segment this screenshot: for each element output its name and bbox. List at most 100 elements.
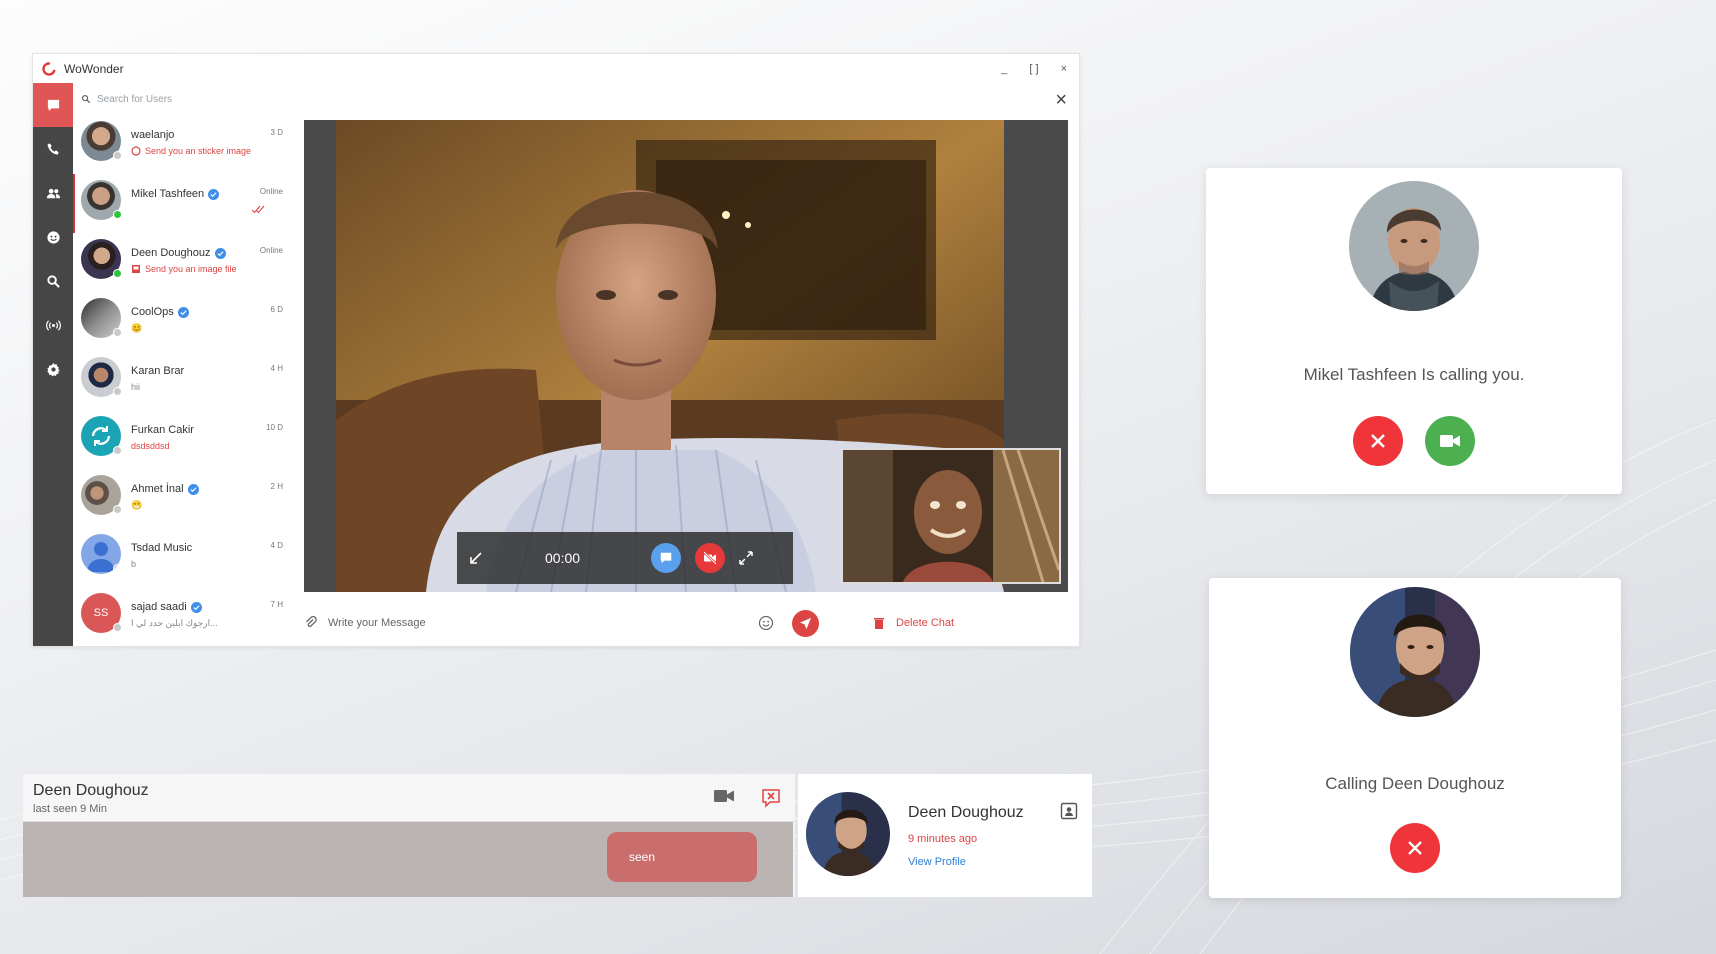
verified-check-icon [190,601,202,613]
video-camera-icon [1440,435,1460,447]
close-icon[interactable]: × [1055,89,1067,112]
nav-stickers[interactable] [33,215,73,259]
caller-portrait [1349,181,1479,311]
delete-chat-button[interactable]: Delete Chat [874,617,954,629]
nav-search[interactable] [33,259,73,303]
contact-furkan-cakir[interactable]: Furkan Cakir dsdsddsd 10 D [73,410,289,469]
status-dot [113,269,122,278]
verified-check-icon [208,188,220,200]
emoji-icon[interactable] [758,615,774,631]
callee-photo [1350,587,1480,717]
video-camera-icon[interactable] [713,788,735,804]
delete-chat-label: Delete Chat [896,617,955,629]
maximize-button[interactable]: [ ] [1029,63,1038,75]
last-seen-text: last seen 9 Min [33,803,107,815]
status-dot [113,151,122,160]
contact-name: Furkan Cakir [131,424,194,436]
status-dot [113,564,121,573]
contact-waelanjo[interactable]: waelanjo Send you an sticker image 3 D [73,115,289,174]
broadcast-icon [45,319,61,331]
nav-messages[interactable] [33,83,73,127]
contact-deen-doughouz[interactable]: Deen Doughouz Send you an image file Onl… [73,233,289,292]
paperclip-icon[interactable] [304,616,318,630]
last-message: hii [131,382,141,392]
nav-settings[interactable] [33,347,73,391]
contact-tsdad-music[interactable]: Tsdad Music b 4 D [73,528,289,587]
smiley-face-icon [46,230,60,244]
contacts-panel: Search for Users waelanjo Send you an st… [73,83,289,646]
phone-icon [47,142,59,155]
message-composer: Write your Message Delete Chat [291,600,1079,646]
contact-card-icon[interactable] [1060,802,1078,820]
mini-chat-header: Deen Doughouz last seen 9 Min [23,774,795,822]
last-message: b [131,559,137,569]
contact-name: Karan Brar [131,365,185,377]
verified-check-icon [214,247,226,259]
search-icon [81,94,91,104]
group-icon [46,188,60,198]
search-input[interactable]: Search for Users [97,94,172,105]
gear-icon [46,362,60,376]
open-chat-button[interactable] [651,543,681,573]
accept-video-call-button[interactable] [1425,416,1475,466]
mini-chat-window: Deen Doughouz last seen 9 Min seen [23,774,795,897]
close-icon [1408,841,1422,855]
contact-karan-brar[interactable]: Karan Brar hii 4 H [73,351,289,410]
trash-icon [874,618,884,629]
end-video-button[interactable] [695,543,725,573]
nav-calls[interactable] [33,127,73,171]
local-video-preview[interactable] [841,448,1061,584]
message-input[interactable]: Write your Message [328,617,758,629]
messenger-window: WoWonder _ [ ] × Search for Users waelan… [32,53,1080,647]
profile-last-seen: 9 minutes ago [908,833,978,845]
wowonder-logo-icon [42,61,56,76]
last-message-emoji: 😁 [131,500,143,510]
status-dot [113,210,122,219]
user-search[interactable]: Search for Users [73,83,289,115]
contact-name: sajad saadi [131,601,187,613]
avatar [81,121,122,161]
chat-bubble-icon [660,552,672,564]
fullscreen-icon[interactable] [739,551,753,565]
chat-panel: × 00:00 Write your Message Delete Chat [291,83,1079,646]
caller-photo [1349,181,1479,311]
profile-photo [806,792,890,876]
image-file-icon [132,265,140,273]
contact-coolops[interactable]: CoolOps 😊 6 D [73,292,289,351]
avatar [81,357,122,397]
avatar [81,298,122,338]
send-button[interactable] [792,609,819,637]
app-title: WoWonder [64,61,124,76]
minimize-call-icon[interactable] [469,551,483,565]
last-active: 10 D [266,423,283,432]
contact-ahmet-inal[interactable]: Ahmet İnal 😁 2 H [73,469,289,528]
last-message: Send you an sticker image [145,146,252,156]
chat-contact-name[interactable]: Deen Doughouz [33,782,149,800]
last-message: Send you an image file [145,264,237,274]
minimize-button[interactable]: _ [1001,63,1007,75]
contact-name: waelanjo [131,129,175,141]
decline-call-button[interactable] [1353,416,1403,466]
nav-broadcast[interactable] [33,303,73,347]
search-icon [46,274,60,288]
nav-groups[interactable] [33,171,73,215]
avatar: SS [81,593,122,633]
profile-portrait [806,792,890,876]
window-controls: _ [ ] × [1001,63,1079,75]
close-window-button[interactable]: × [1061,63,1067,75]
close-chat-icon[interactable] [761,788,781,808]
last-active: 6 D [270,305,283,314]
contact-name: Tsdad Music [131,542,193,554]
cancel-call-button[interactable] [1390,823,1440,873]
sync-logo-icon [91,426,111,446]
status-dot [113,387,122,396]
outgoing-call-card: Calling Deen Doughouz [1209,578,1621,898]
avatar [81,534,121,574]
contact-sajad-saadi[interactable]: SS sajad saadi ارجوك ابلين حدد لي ا... 7… [73,587,289,646]
status-dot [113,328,122,337]
view-profile-link[interactable]: View Profile [908,856,966,868]
last-active: Online [259,187,283,196]
close-icon [1371,434,1385,448]
verified-check-icon [187,483,199,495]
contact-mikel-tashfeen[interactable]: Mikel Tashfeen Online [73,174,289,233]
